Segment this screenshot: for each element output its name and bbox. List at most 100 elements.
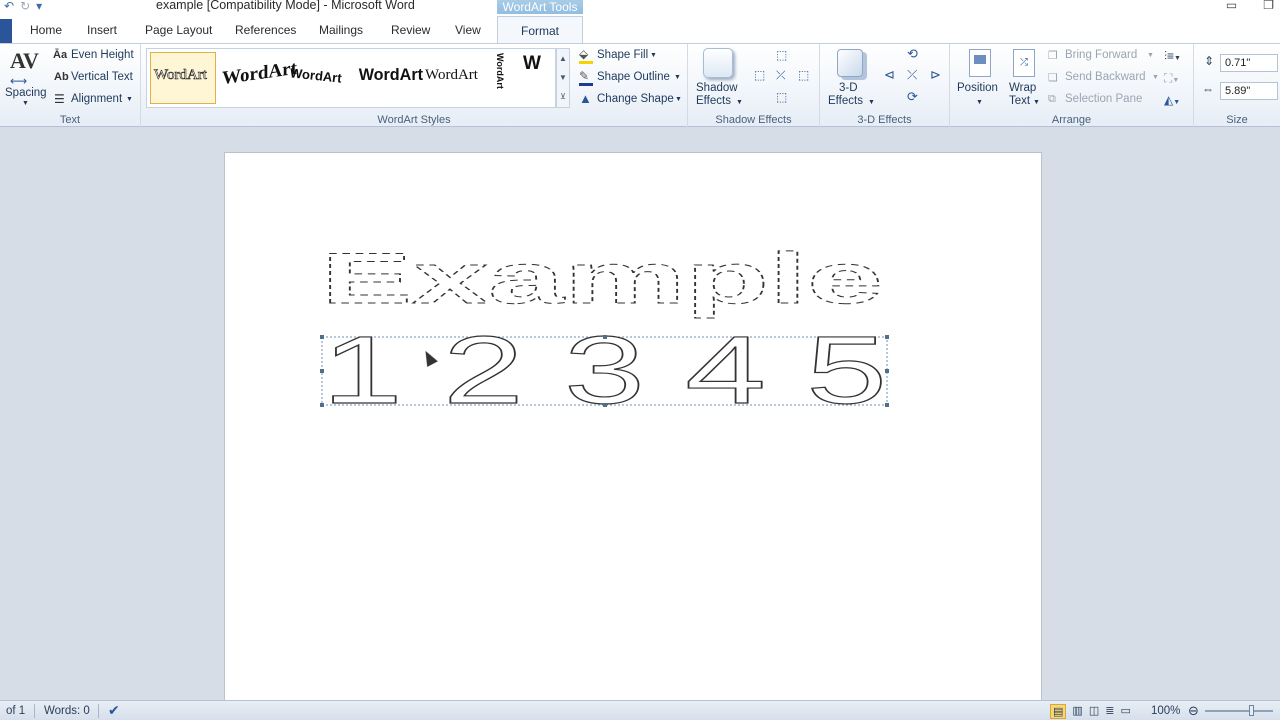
outline-view-icon[interactable]: ≣ xyxy=(1105,704,1114,719)
wordart-style-2[interactable]: WordArt xyxy=(222,58,297,91)
proofing-check-icon[interactable]: ✔ xyxy=(108,702,120,719)
handle-top-left[interactable] xyxy=(320,335,324,339)
bring-forward-button[interactable]: ❐ Bring Forward ▼ xyxy=(1048,49,1158,67)
full-screen-reading-icon[interactable]: ▥ xyxy=(1072,704,1082,719)
quick-access-toolbar: ↶ ↻ ▾ xyxy=(4,0,42,13)
rotate-button[interactable]: ◭▼ xyxy=(1164,93,1190,111)
document-area: Example 1 2 3 4 5 xyxy=(0,128,1280,712)
minimize-icon[interactable]: ▭ xyxy=(1226,0,1237,12)
shape-outline-button[interactable]: ✎ Shape Outline ▼ xyxy=(578,69,686,88)
even-height-button[interactable]: Āa Even Height xyxy=(53,49,138,67)
document-page[interactable]: Example 1 2 3 4 5 xyxy=(224,152,1042,712)
handle-middle-right[interactable] xyxy=(885,369,889,373)
selection-pane-button[interactable]: ⧉ Selection Pane xyxy=(1048,93,1158,111)
position-button[interactable]: Position ▼ xyxy=(955,48,1003,110)
nudge-shadow-up-icon[interactable]: ⬚ xyxy=(776,48,787,62)
window-title: example [Compatibility Mode] - Microsoft… xyxy=(156,0,415,12)
nudge-shadow-left-icon[interactable]: ⬚ xyxy=(754,68,765,82)
vertical-text-button[interactable]: Ab Vertical Text xyxy=(53,71,138,89)
draft-view-icon[interactable]: ▭ xyxy=(1120,704,1130,719)
zoom-slider-thumb[interactable] xyxy=(1249,705,1254,716)
nudge-shadow-right-icon[interactable]: ⬚ xyxy=(798,68,809,82)
nudge-shadow-down-icon[interactable]: ⬚ xyxy=(776,90,787,104)
zoom-slider[interactable] xyxy=(1205,705,1273,716)
wordart-numbers-text[interactable]: 1 2 3 4 5 xyxy=(321,316,887,424)
ribbon: AV ⟷ Spacing ▼ Āa Even Height Ab Vertica… xyxy=(0,43,1280,128)
redo-icon[interactable]: ↻ xyxy=(20,0,30,13)
tilt-up-icon[interactable]: ⟲ xyxy=(907,46,918,62)
shadow-toggle-icon[interactable]: ⤫ xyxy=(776,68,786,83)
even-height-label: Even Height xyxy=(71,49,134,61)
tab-page-layout[interactable]: Page Layout xyxy=(145,23,212,37)
tab-view[interactable]: View xyxy=(455,23,481,37)
wordart-style-4[interactable]: WordArt xyxy=(359,65,423,85)
wordart-style-6[interactable]: WordArt xyxy=(495,53,505,89)
shadow-effects-label-1: Shadow xyxy=(696,82,738,94)
shadow-box-icon xyxy=(703,48,733,78)
handle-top-right[interactable] xyxy=(885,335,889,339)
handle-bottom-middle[interactable] xyxy=(603,403,607,407)
group-button[interactable]: ⛶▼ xyxy=(1164,71,1190,89)
file-tab[interactable] xyxy=(0,19,12,43)
tab-references[interactable]: References xyxy=(235,23,296,37)
handle-bottom-left[interactable] xyxy=(320,403,324,407)
tab-review[interactable]: Review xyxy=(391,23,430,37)
outline-color-swatch xyxy=(579,83,593,86)
wrap-text-button[interactable]: ⤮ Wrap Text ▼ xyxy=(1005,48,1045,110)
threed-effects-button[interactable]: 3-D Effects ▼ xyxy=(825,48,875,110)
gallery-scroll[interactable]: ▲ ▼ ⊻ xyxy=(556,48,570,108)
tilt-left-icon[interactable]: ⊲ xyxy=(884,67,895,83)
vertical-text-icon: Ab xyxy=(54,71,69,83)
handle-bottom-right[interactable] xyxy=(885,403,889,407)
restore-icon[interactable]: ❐ xyxy=(1263,0,1274,12)
customize-qat-icon[interactable]: ▾ xyxy=(36,0,42,13)
zoom-level[interactable]: 100% xyxy=(1151,705,1180,717)
zoom-out-icon[interactable]: ⊖ xyxy=(1188,703,1199,719)
wordart-style-1[interactable]: WordArt xyxy=(154,67,208,84)
handle-middle-left[interactable] xyxy=(320,369,324,373)
status-bar: of 1 Words: 0 ✔ ▤ ▥ ◫ ≣ ▭ 100% ⊖ xyxy=(0,700,1280,720)
gallery-more-icon[interactable]: ⊻ xyxy=(557,87,569,106)
page-count[interactable]: of 1 xyxy=(6,705,25,717)
tilt-down-icon[interactable]: ⟳ xyxy=(907,89,918,105)
spacing-button[interactable]: AV ⟷ Spacing ▼ xyxy=(4,48,48,110)
tilt-grid: ⟲ ⊲ ⤫ ⊳ ⟳ xyxy=(882,46,946,108)
send-backward-button[interactable]: ❏ Send Backward ▼ xyxy=(1048,71,1159,89)
wordart-style-7[interactable]: W xyxy=(523,53,541,75)
send-backward-label: Send Backward xyxy=(1065,71,1146,83)
even-height-icon: Āa xyxy=(53,49,68,61)
tab-format[interactable]: Format xyxy=(497,16,583,44)
wordart-example-text[interactable]: Example xyxy=(321,239,884,320)
alignment-dropdown-icon: ▼ xyxy=(126,96,133,103)
undo-icon[interactable]: ↶ xyxy=(4,0,14,13)
shape-width-input[interactable]: 5.89" xyxy=(1220,82,1278,100)
alignment-button[interactable]: ☰ Alignment ▼ xyxy=(53,92,138,111)
tab-home[interactable]: Home xyxy=(30,23,62,37)
pencil-icon: ✎ xyxy=(579,69,590,83)
gallery-down-icon[interactable]: ▼ xyxy=(557,68,569,87)
print-layout-view-icon[interactable]: ▤ xyxy=(1050,704,1067,719)
wordart-style-3[interactable]: WordArt xyxy=(289,65,342,85)
tilt-right-icon[interactable]: ⊳ xyxy=(930,67,941,83)
change-shape-dropdown-icon: ▼ xyxy=(675,96,682,103)
wordart-style-gallery: WordArt WordArt WordArt WordArt WordArt … xyxy=(146,48,556,108)
align-button[interactable]: ⫶≡▼ xyxy=(1164,49,1190,67)
shadow-effects-button[interactable]: Shadow Effects ▼ xyxy=(693,48,743,110)
wordart-styles-group: WordArt WordArt WordArt WordArt WordArt … xyxy=(141,44,688,128)
shape-outline-dropdown-icon: ▼ xyxy=(674,74,681,81)
gallery-up-icon[interactable]: ▲ xyxy=(557,49,569,68)
tab-mailings[interactable]: Mailings xyxy=(319,23,363,37)
wordart-style-5[interactable]: WordArt xyxy=(425,67,478,84)
threed-toggle-icon[interactable]: ⤫ xyxy=(907,67,917,83)
alignment-icon: ☰ xyxy=(54,92,65,106)
handle-top-middle[interactable] xyxy=(603,335,607,339)
shape-fill-button[interactable]: ⬙ Shape Fill ▼ xyxy=(578,47,686,66)
selection-pane-icon: ⧉ xyxy=(1048,93,1056,105)
web-layout-icon[interactable]: ◫ xyxy=(1089,704,1099,719)
change-shape-button[interactable]: ▲ Change Shape ▼ xyxy=(578,91,686,110)
word-count[interactable]: Words: 0 xyxy=(44,705,90,717)
threed-effects-label-1: 3-D xyxy=(839,82,858,94)
tab-insert[interactable]: Insert xyxy=(87,23,117,37)
shape-height-input[interactable]: 0.71" xyxy=(1220,54,1278,72)
triangle-shape-icon: ▲ xyxy=(579,91,592,106)
